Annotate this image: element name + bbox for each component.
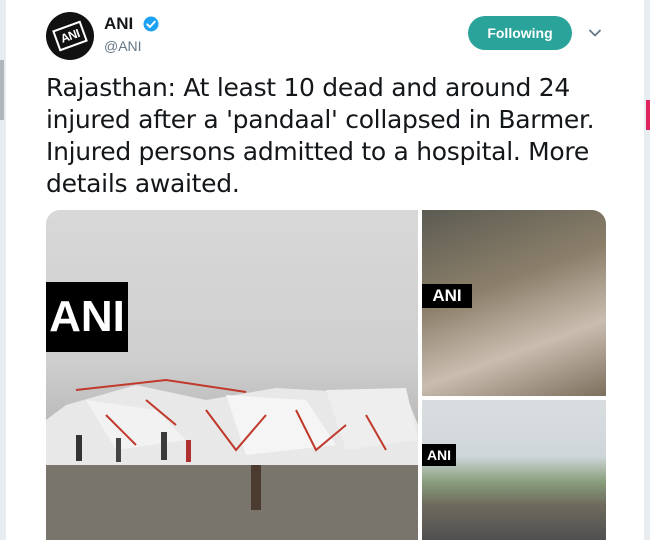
author-info: ANI @ANI <box>104 14 160 54</box>
avatar[interactable]: ANI <box>46 12 94 60</box>
ani-logo: ANI <box>52 20 88 52</box>
handle[interactable]: @ANI <box>104 38 160 54</box>
right-edge-mark <box>646 100 650 130</box>
display-name[interactable]: ANI <box>104 14 133 34</box>
right-page-edge <box>644 0 650 540</box>
tweet-text-line: Injured persons admitted to a hospital. … <box>46 137 589 166</box>
media-photo-hospital-crowd[interactable]: ANI <box>422 400 606 540</box>
left-page-edge <box>0 0 6 540</box>
tweet-text: Rajasthan: At least 10 dead and around 2… <box>46 72 606 200</box>
chevron-down-icon[interactable] <box>588 26 602 40</box>
media-watermark: ANI <box>422 444 456 466</box>
media-watermark: ANI <box>46 282 128 352</box>
avatar-text: ANI <box>58 26 82 46</box>
tweet-text-line: injured after a 'pandaal' collapsed in B… <box>46 105 595 134</box>
media-grid: ANI ANI ANI <box>46 210 606 540</box>
tweet-text-line: Rajasthan: At least 10 dead and around 2… <box>46 73 570 102</box>
collapsed-structure-graphic <box>46 378 418 540</box>
media-watermark: ANI <box>422 284 472 308</box>
verified-badge-icon <box>143 16 159 32</box>
tweet-card: ANI ANI @ANI Following Rajasthan: At lea… <box>24 0 624 540</box>
media-photo-injured-stretcher[interactable]: ANI <box>422 210 606 396</box>
media-photo-collapsed-pandaal[interactable]: ANI <box>46 210 418 540</box>
tweet-text-line: details awaited. <box>46 169 240 198</box>
following-button[interactable]: Following <box>468 16 572 50</box>
left-edge-mark <box>0 60 4 120</box>
